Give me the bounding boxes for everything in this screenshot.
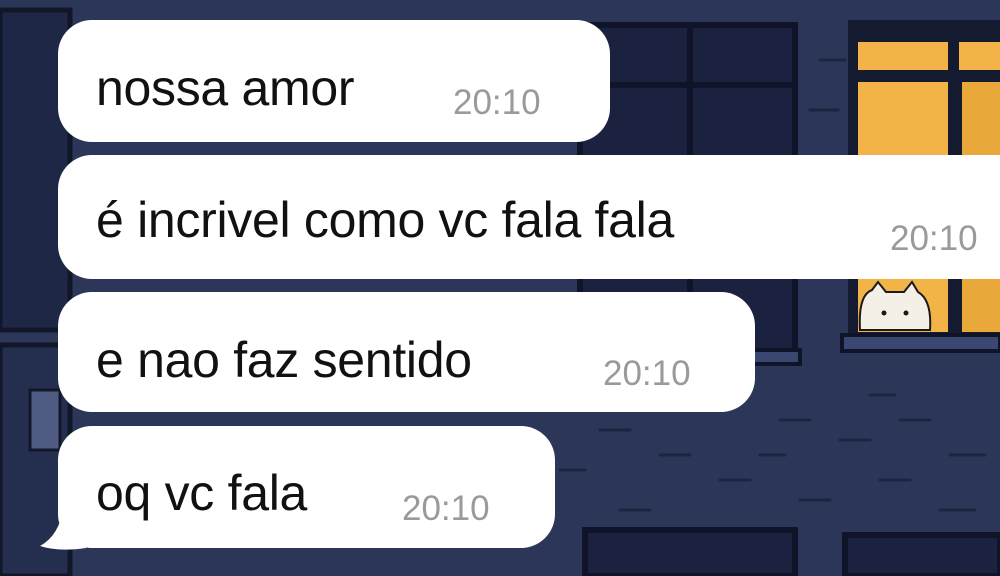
- message-bubble[interactable]: oq vc fala 20:10: [58, 426, 555, 548]
- message-text: é incrivel como vc fala fala: [96, 192, 674, 248]
- message-bubble[interactable]: nossa amor 20:10: [58, 20, 610, 142]
- message-bubble[interactable]: e nao faz sentido 20:10: [58, 292, 755, 412]
- message-text: e nao faz sentido: [96, 332, 472, 388]
- message-timestamp: 20:10: [603, 354, 691, 393]
- message-timestamp: 20:10: [402, 489, 490, 528]
- message-bubble[interactable]: é incrivel como vc fala fala 20:10: [58, 155, 1000, 279]
- message-timestamp: 20:10: [453, 83, 541, 122]
- message-text: oq vc fala: [96, 465, 308, 521]
- message-text: nossa amor: [96, 60, 355, 116]
- message-timestamp: 20:10: [890, 219, 978, 258]
